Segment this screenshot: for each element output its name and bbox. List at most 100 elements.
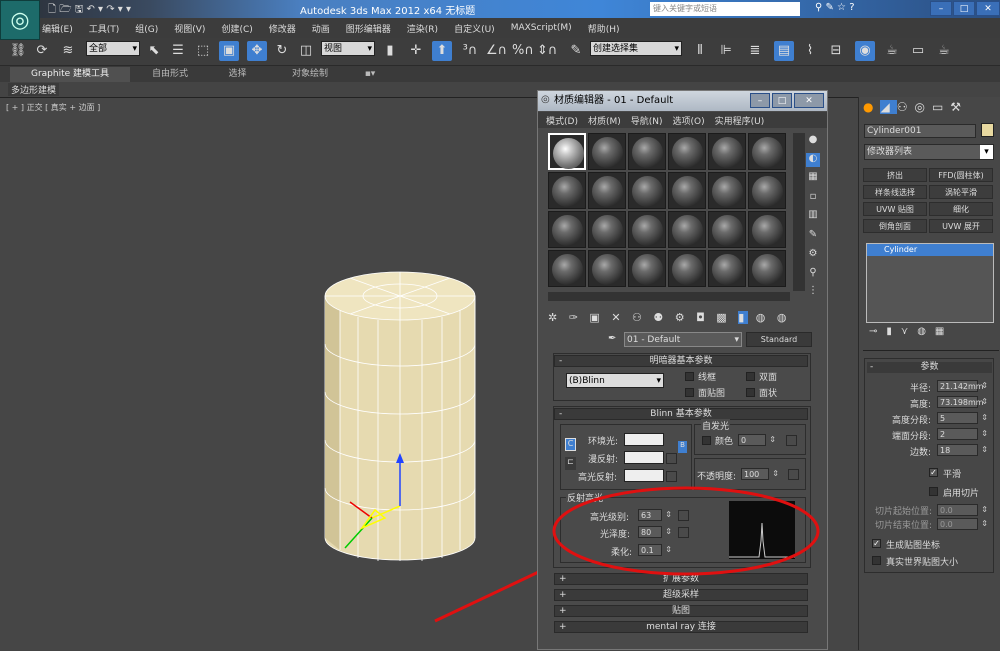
render-setup-icon[interactable]: ☕ (882, 41, 902, 61)
unlink-icon[interactable]: ⟳ (32, 41, 52, 61)
modifier-button-extrude[interactable]: 挤出 (863, 168, 927, 182)
real-world-map-checkbox[interactable] (872, 556, 881, 565)
lock-diffuse-specular-icon[interactable]: ⊏ (565, 457, 576, 470)
curve-editor-icon[interactable]: ⌇ (800, 41, 820, 61)
material-sample-slot[interactable] (588, 211, 626, 248)
extended-params-rollout[interactable]: + 扩展参数 (554, 573, 808, 585)
slice-on-checkbox[interactable] (929, 487, 938, 496)
tab-object-paint[interactable]: 对象绘制 (280, 67, 340, 82)
wire-checkbox[interactable] (685, 372, 694, 381)
menu-tools[interactable]: 工具(T) (89, 22, 120, 35)
material-sample-slot[interactable] (588, 133, 626, 170)
material-sample-slot[interactable] (628, 133, 666, 170)
quick-access-toolbar[interactable]: 🗋 🗁 🖫 ↶ ▾ ↷ ▾ ▾ (48, 2, 131, 19)
ribbon-options-icon[interactable]: ▪▾ (360, 67, 380, 82)
eyedropper-icon[interactable]: ✒ (608, 333, 616, 344)
modifier-button-ffd[interactable]: FFD(圆柱体) (929, 168, 993, 182)
material-name-field[interactable]: 01 - Default (624, 332, 742, 348)
ambient-swatch[interactable] (624, 433, 664, 446)
slots-scrollbar[interactable] (548, 292, 790, 301)
med-maximize-button[interactable]: □ (772, 93, 792, 108)
menu-group[interactable]: 组(G) (135, 22, 158, 35)
object-color-swatch[interactable] (981, 123, 994, 137)
modifier-button-tessellate[interactable]: 细化 (929, 202, 993, 216)
mental-ray-rollout[interactable]: + mental ray 连接 (554, 621, 808, 633)
modifier-list-dropdown[interactable]: 修改器列表 ▾ (864, 144, 994, 160)
med-close-button[interactable]: ✕ (794, 93, 824, 108)
sample-type-icon[interactable]: ● (806, 134, 820, 148)
two-sided-checkbox[interactable] (746, 372, 755, 381)
lock-map-icon[interactable]: B (678, 441, 687, 453)
supersampling-rollout[interactable]: + 超级采样 (554, 589, 808, 601)
align-icon[interactable]: ⊫ (716, 41, 736, 61)
named-selection-dropdown[interactable]: 创建选择集 (590, 41, 682, 57)
menu-customize[interactable]: 自定义(U) (454, 22, 495, 35)
material-sample-slot[interactable] (668, 211, 706, 248)
med-menu-navigation[interactable]: 导航(N) (631, 114, 663, 127)
material-sample-slot[interactable] (748, 133, 786, 170)
reference-coord-dropdown[interactable]: 视图 (321, 41, 375, 57)
tab-selection[interactable]: 选择 (215, 67, 260, 82)
angle-snap-icon[interactable]: ∠∩ (486, 41, 507, 61)
layer-manager-icon[interactable]: ≣ (745, 41, 765, 61)
menu-animation[interactable]: 动画 (312, 22, 330, 35)
command-panel-tabs[interactable]: ●◢⚇◎▭⚒ (863, 100, 999, 118)
app-logo-icon[interactable]: ◎ (0, 0, 40, 40)
rotate-icon[interactable]: ↻ (272, 41, 292, 61)
material-editor-icon[interactable]: ◉ (855, 41, 875, 61)
modifier-button-spline-select[interactable]: 样条线选择 (863, 185, 927, 199)
menu-edit[interactable]: 编辑(E) (42, 22, 73, 35)
material-sample-slot[interactable] (708, 211, 746, 248)
menu-views[interactable]: 视图(V) (174, 22, 205, 35)
rendered-frame-icon[interactable]: ▭ (908, 41, 928, 61)
material-sample-slot[interactable] (708, 133, 746, 170)
parameters-rollout-header[interactable]: - 参数 (867, 362, 992, 373)
select-object-icon[interactable]: ⬉ (144, 41, 164, 61)
background-icon[interactable]: ▦ (806, 171, 820, 185)
material-sample-slot[interactable] (668, 172, 706, 209)
param-input[interactable]: 18 (937, 444, 988, 456)
backlight-icon[interactable]: ◐ (806, 153, 820, 167)
close-button[interactable]: ✕ (976, 1, 1000, 16)
material-sample-slot[interactable] (748, 172, 786, 209)
glossiness-input[interactable]: 80 (638, 526, 672, 538)
tab-graphite[interactable]: Graphite 建模工具 (10, 67, 130, 82)
menu-maxscript[interactable]: MAXScript(M) (511, 23, 572, 33)
rect-selection-icon[interactable]: ⬚ (193, 41, 213, 61)
maximize-button[interactable]: □ (953, 1, 975, 16)
snaps-toggle-icon[interactable]: ³∩ (460, 41, 480, 61)
menu-create[interactable]: 创建(C) (221, 22, 252, 35)
modifier-button-unwrap-uvw[interactable]: UVW 展开 (929, 219, 993, 233)
material-sample-slot[interactable] (748, 250, 786, 287)
move-icon[interactable]: ✥ (247, 41, 267, 61)
make-preview-icon[interactable]: ✎ (806, 229, 820, 243)
selection-filter-dropdown[interactable]: 全部 (86, 41, 140, 57)
search-input[interactable]: 键入关键字或短语 (650, 2, 800, 16)
material-sample-slot[interactable] (668, 250, 706, 287)
modifier-button-bevel-profile[interactable]: 倒角剖面 (863, 219, 927, 233)
percent-snap-icon[interactable]: %∩ (512, 41, 534, 61)
help-icons[interactable]: ⚲ ✎ ☆ ? (815, 2, 855, 13)
render-icon[interactable]: ☕ (934, 41, 954, 61)
material-sample-slot[interactable] (628, 250, 666, 287)
opacity-map-button[interactable] (788, 469, 799, 480)
diffuse-map-button[interactable] (666, 453, 677, 464)
specular-level-map-button[interactable] (678, 510, 689, 521)
schematic-view-icon[interactable]: ⊟ (826, 41, 846, 61)
maps-rollout[interactable]: + 贴图 (554, 605, 808, 617)
opacity-input[interactable]: 100 (741, 468, 779, 480)
glossiness-map-button[interactable] (678, 527, 689, 538)
material-sample-slot[interactable] (548, 133, 586, 170)
gen-map-coords-checkbox[interactable]: ✓ (872, 539, 881, 548)
uv-tiling-icon[interactable]: ▫ (806, 191, 820, 205)
material-sample-slot[interactable] (548, 250, 586, 287)
specular-level-input[interactable]: 63 (638, 509, 672, 521)
graphite-toggle-icon[interactable]: ▤ (774, 41, 794, 61)
slice-from-input[interactable]: 0.0 (937, 504, 988, 516)
smooth-checkbox[interactable]: ✓ (929, 468, 938, 477)
bind-space-warp-icon[interactable]: ≋ (58, 41, 78, 61)
material-sample-slot[interactable] (588, 172, 626, 209)
med-menu-options[interactable]: 选项(O) (673, 114, 705, 127)
material-sample-slot[interactable] (628, 211, 666, 248)
faceted-checkbox[interactable] (746, 388, 755, 397)
